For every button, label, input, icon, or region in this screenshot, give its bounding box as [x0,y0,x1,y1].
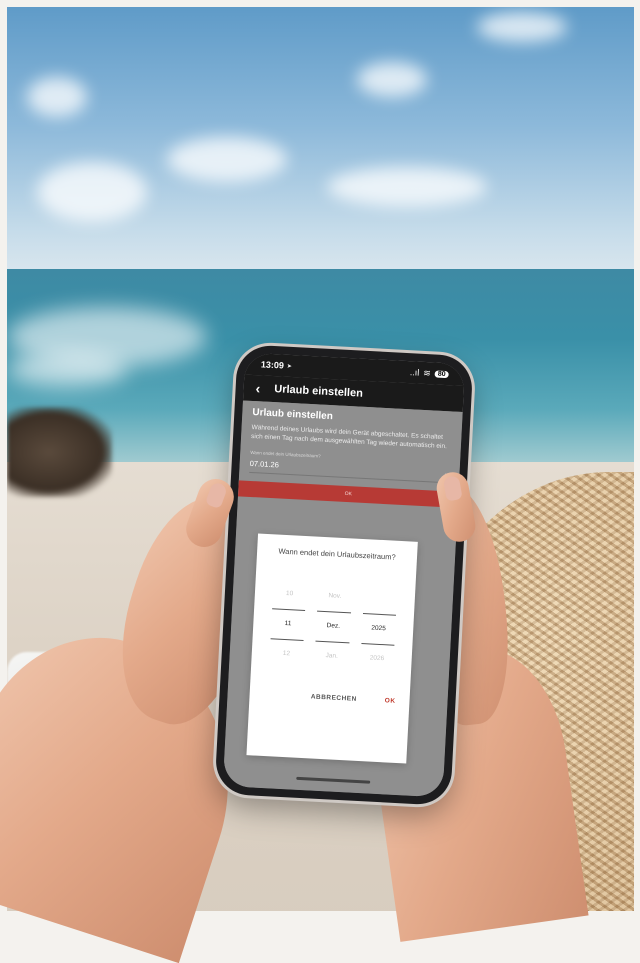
cloud [327,167,487,207]
smartphone: 13:09 ➤ ..ıl ≋ 80 ‹ Urlaub einstellen Ur… [214,344,474,806]
wifi-icon: ≋ [423,367,432,378]
year-option-above[interactable] [357,583,404,615]
thumbnail [204,481,229,510]
cancel-button[interactable]: ABBRECHEN [311,693,357,702]
phone-screen: 13:09 ➤ ..ıl ≋ 80 ‹ Urlaub einstellen Ur… [222,352,466,798]
cloud [167,137,287,182]
signal-icon: ..ıl [409,367,420,378]
battery-icon: 80 [434,369,449,378]
month-option-selected[interactable]: Dez. [310,610,357,642]
date-picker-dialog: Wann endet dein Urlaubszeitraum? 10 11 1… [246,533,418,764]
month-wheel[interactable]: Nov. Dez. Jan. [308,580,358,682]
year-wheel[interactable]: 2025 2026 [353,583,403,685]
day-option-above[interactable]: 10 [266,578,313,610]
year-option-selected[interactable]: 2025 [355,613,402,645]
year-option-below[interactable]: 2026 [354,643,401,675]
month-option-above[interactable]: Nov. [311,580,358,612]
dialog-actions: ABBRECHEN OK [249,690,409,705]
wave-foam [7,352,127,387]
month-option-below[interactable]: Jan. [308,640,355,672]
rock [7,407,112,497]
status-icons: ..ıl ≋ 80 [410,367,449,380]
sky [7,7,634,272]
day-option-below[interactable]: 12 [263,638,310,670]
thumbnail [442,475,463,502]
nav-title: Urlaub einstellen [273,383,364,400]
ok-button[interactable]: OK [237,479,459,508]
status-time: 13:09 [260,359,285,371]
location-icon: ➤ [286,363,293,370]
cloud [357,62,427,97]
cloud [477,12,567,42]
day-option-selected[interactable]: 11 [265,608,312,640]
description-text: Während deines Urlaubs wird dein Gerät a… [250,423,448,450]
end-date-value: 07.01.26 [249,458,280,469]
day-wheel[interactable]: 10 11 12 [263,578,313,680]
back-icon[interactable]: ‹ [255,380,261,396]
cloud [27,77,87,117]
date-wheel-picker: 10 11 12 Nov. Dez. Jan. 2025 2026 [263,578,404,685]
dialog-title: Wann endet dein Urlaubszeitraum? [278,546,396,562]
cloud [37,162,147,222]
confirm-ok-button[interactable]: OK [385,697,396,705]
